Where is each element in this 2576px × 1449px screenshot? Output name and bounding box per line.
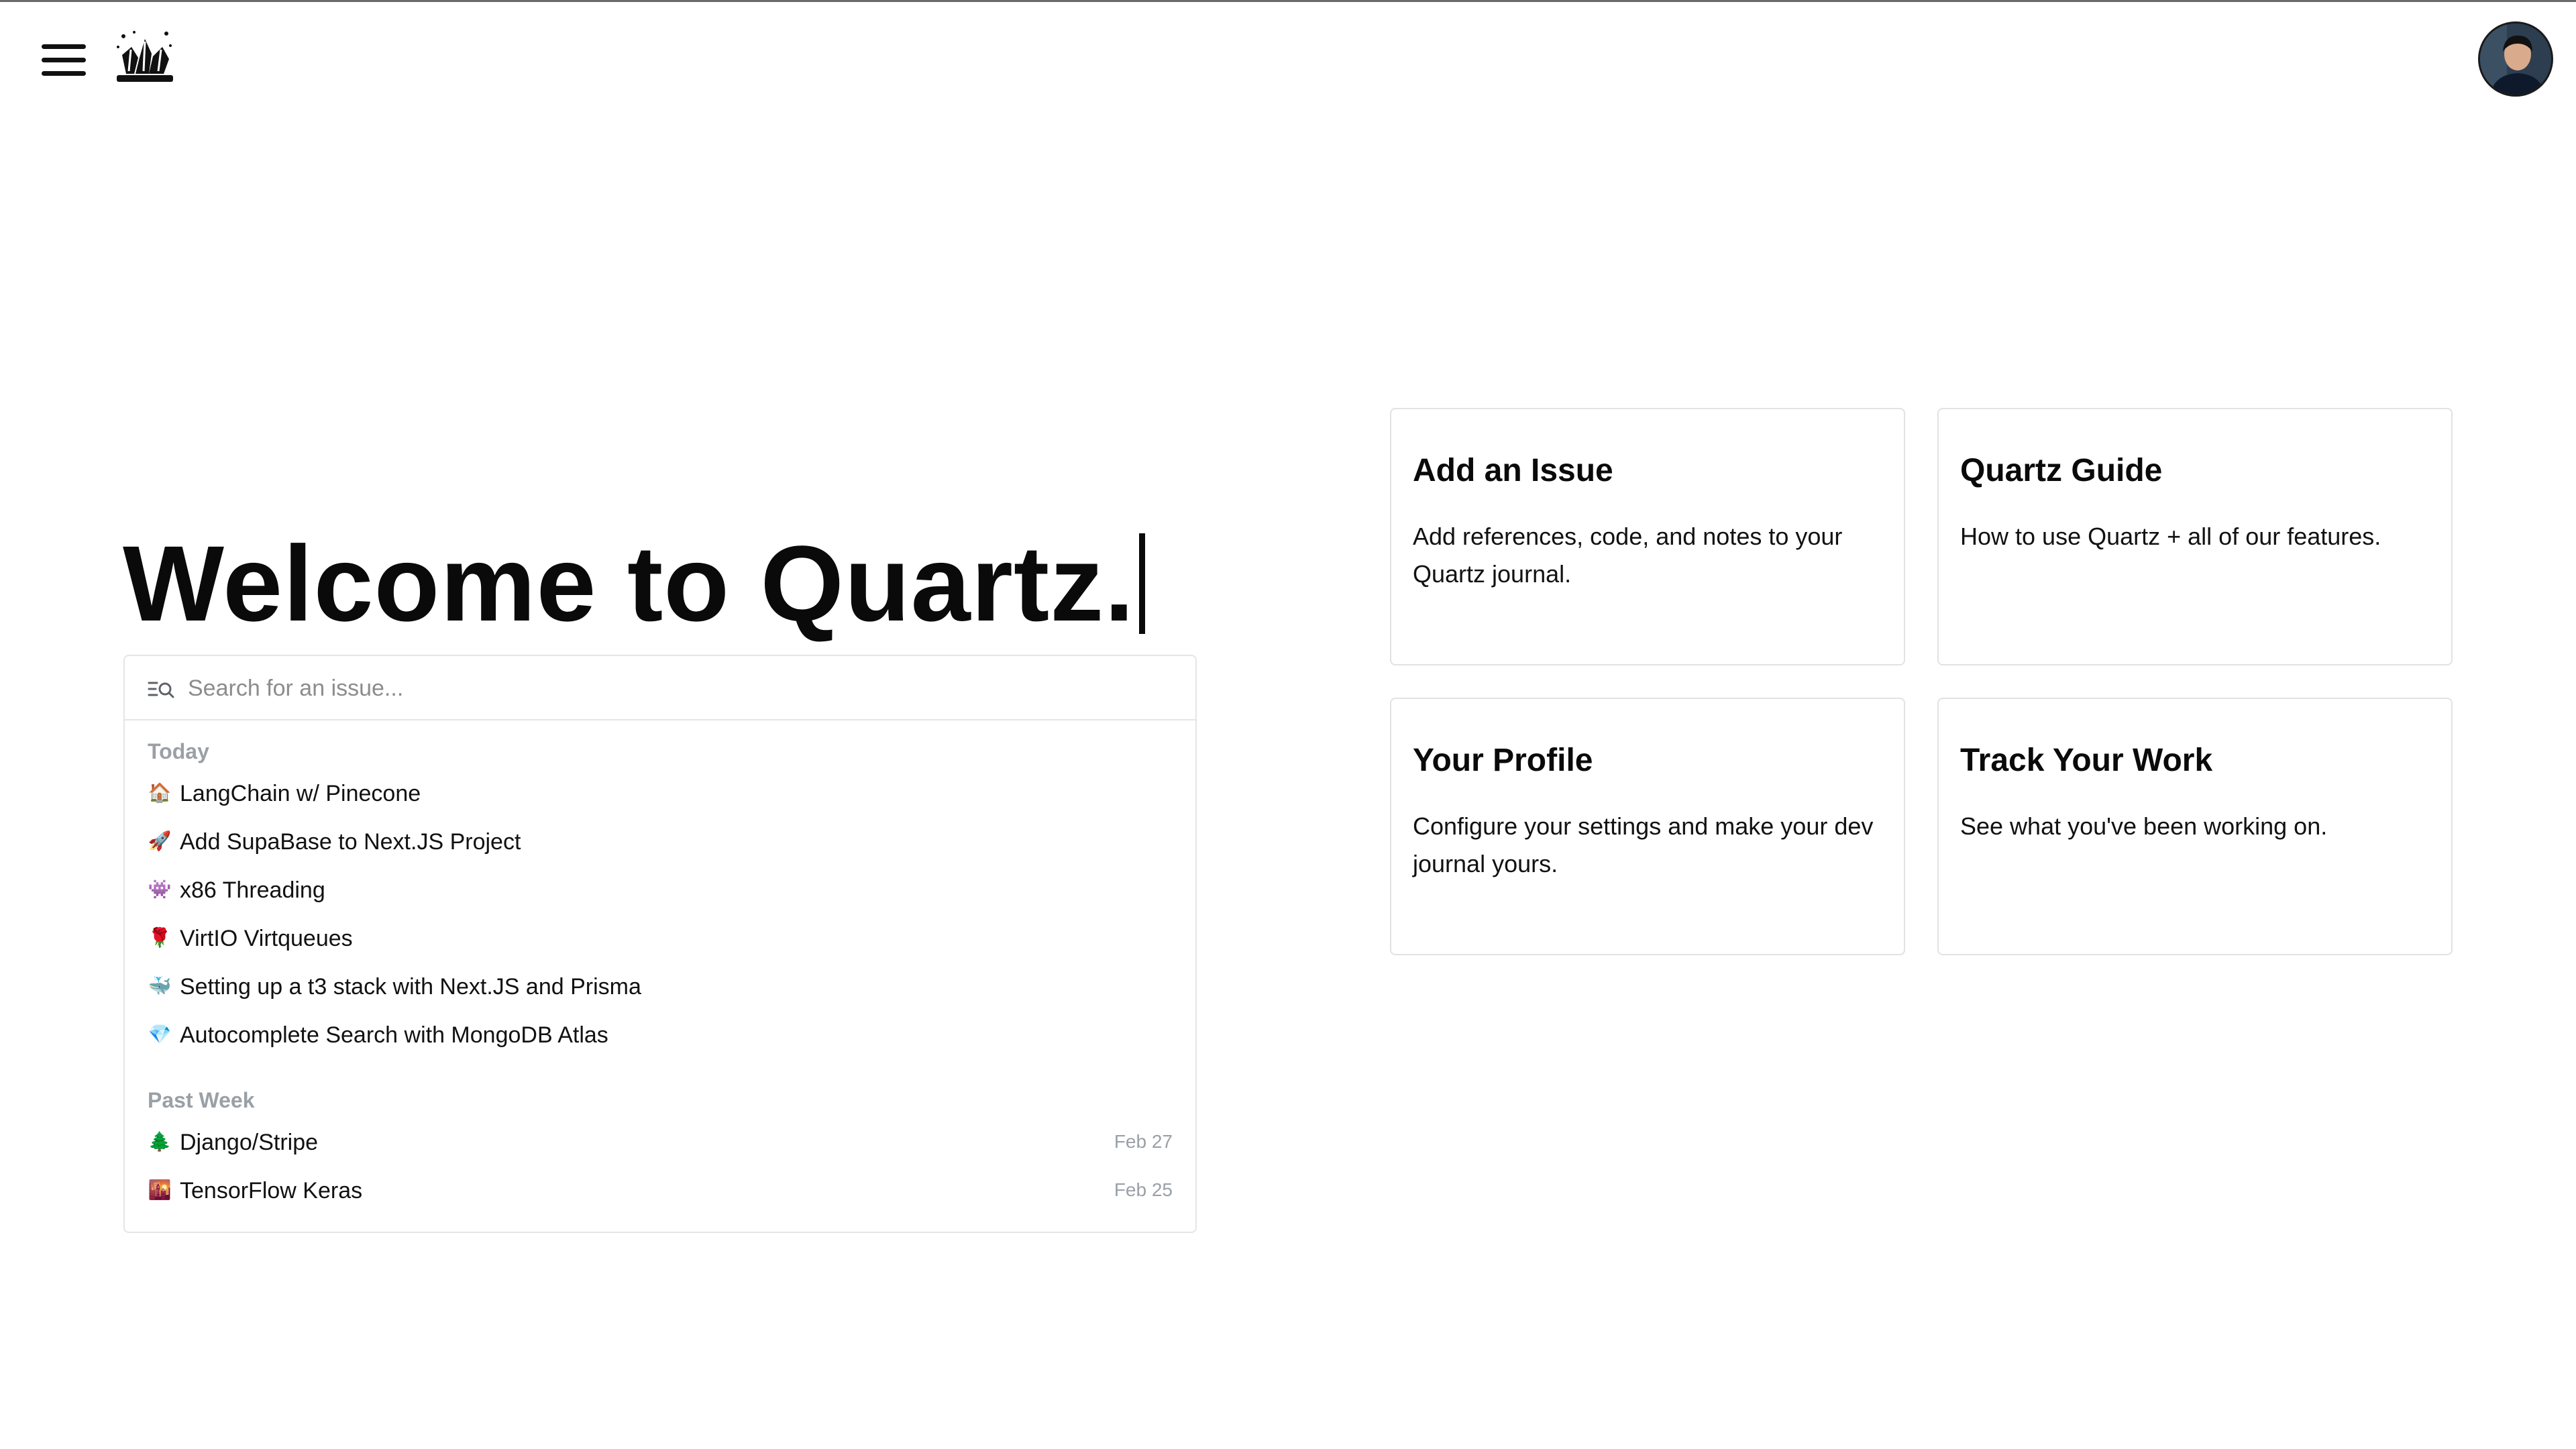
card-title: Track Your Work [1960,743,2213,778]
issue-title: x86 Threading [180,877,325,903]
issue-row[interactable]: 🌇 TensorFlow Keras Feb 25 [138,1170,1182,1213]
window-top-border [0,0,2576,2]
text-cursor [1138,533,1145,634]
card-description: Add references, code, and notes to your … [1413,523,1843,588]
card-description: Configure your settings and make your de… [1413,812,1874,877]
issue-search-panel: Today 🏠 LangChain w/ Pinecone 🚀 Add Supa… [123,655,1197,1233]
issue-row[interactable]: 🌲 Django/Stripe Feb 27 [138,1122,1182,1165]
card-your-profile[interactable]: Your Profile Configure your settings and… [1390,698,1905,955]
hamburger-menu-icon[interactable] [42,44,86,76]
issue-emoji-icon: 🌲 [148,1130,172,1152]
card-quartz-guide[interactable]: Quartz Guide How to use Quartz + all of … [1937,408,2453,665]
menu-bar-line [42,58,86,62]
group-label-past-week: Past Week [148,1088,255,1112]
user-avatar[interactable] [2478,21,2553,97]
issue-title: Autocomplete Search with MongoDB Atlas [180,1022,608,1048]
issue-date: Feb 27 [1114,1131,1173,1152]
issue-title: LangChain w/ Pinecone [180,781,421,806]
group-label-today: Today [148,739,209,763]
issue-row[interactable]: 💎 Autocomplete Search with MongoDB Atlas [138,1014,1182,1057]
menu-bar-line [42,71,86,76]
card-title: Add an Issue [1413,453,1613,488]
issue-emoji-icon: 🌹 [148,926,172,949]
issue-date: Feb 25 [1114,1179,1173,1200]
list-search-icon [148,682,174,698]
search-bar [125,656,1195,720]
card-description: See what you've been working on. [1960,812,2328,840]
issue-title: TensorFlow Keras [180,1178,363,1203]
issue-row[interactable]: 🌹 VirtIO Virtqueues [138,918,1182,961]
issue-emoji-icon: 🚀 [148,830,172,852]
avatar-photo-icon [2480,23,2551,95]
menu-bar-line [42,44,86,49]
issue-title: VirtIO Virtqueues [180,926,353,951]
card-title: Your Profile [1413,743,1593,778]
issue-emoji-icon: 🌇 [148,1179,172,1201]
issue-title: Django/Stripe [180,1130,319,1155]
issue-row[interactable]: 🚀 Add SupaBase to Next.JS Project [138,821,1182,864]
page-title-text: Welcome to Quartz. [123,523,1135,643]
issue-row[interactable]: 🏠 LangChain w/ Pinecone [138,773,1182,816]
page-title: Welcome to Quartz. [123,523,1145,644]
quartz-logo-icon[interactable] [114,27,176,89]
issue-emoji-icon: 🏠 [148,782,172,804]
issue-emoji-icon: 💎 [148,1023,172,1045]
issue-title: Add SupaBase to Next.JS Project [180,829,521,855]
issue-emoji-icon: 👾 [148,878,172,900]
issue-row[interactable]: 🐳 Setting up a t3 stack with Next.JS and… [138,966,1182,1009]
issue-row[interactable]: 👾 x86 Threading [138,869,1182,912]
card-track-your-work[interactable]: Track Your Work See what you've been wor… [1937,698,2453,955]
issue-title: Setting up a t3 stack with Next.JS and P… [180,974,641,1000]
issue-emoji-icon: 🐳 [148,975,172,997]
card-title: Quartz Guide [1960,453,2163,488]
quartz-crystal-icon [117,31,173,82]
card-add-issue[interactable]: Add an Issue Add references, code, and n… [1390,408,1905,665]
card-description: How to use Quartz + all of our features. [1960,523,2381,550]
search-input[interactable] [188,668,1167,708]
